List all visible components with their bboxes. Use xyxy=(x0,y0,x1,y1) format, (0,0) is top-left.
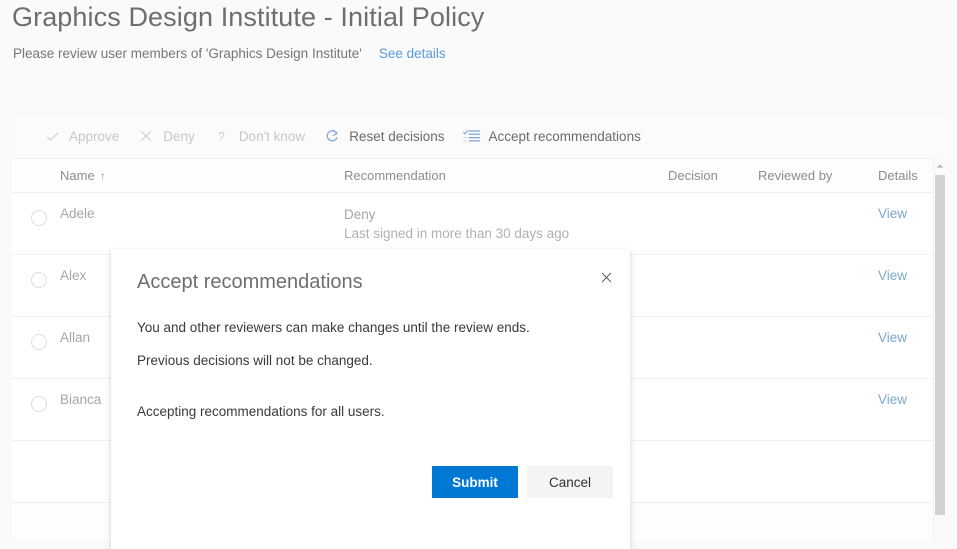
vertical-scrollbar[interactable] xyxy=(933,158,945,541)
submit-button[interactable]: Submit xyxy=(432,466,518,498)
column-header-details[interactable]: Details xyxy=(878,168,918,183)
see-details-link[interactable]: See details xyxy=(379,46,446,61)
deny-button[interactable]: Deny xyxy=(128,114,204,158)
checked-list-icon xyxy=(463,127,481,145)
cell-recommendation-value: Deny xyxy=(344,205,569,224)
dialog-title: Accept recommendations xyxy=(137,271,363,294)
svg-text:?: ? xyxy=(218,129,225,143)
row-select-radio[interactable] xyxy=(31,334,47,350)
reset-circular-arrow-icon xyxy=(323,127,341,145)
cell-name: Bianca xyxy=(60,392,101,407)
question-mark-icon: ? xyxy=(213,127,231,145)
accept-recommendations-dialog: Accept recommendations You and other rev… xyxy=(111,249,630,549)
close-x-icon xyxy=(137,127,155,145)
view-details-link[interactable]: View xyxy=(878,392,907,407)
column-header-decision[interactable]: Decision xyxy=(668,168,718,183)
dialog-actions: Submit Cancel xyxy=(111,466,630,498)
page-subtitle-text: Please review user members of 'Graphics … xyxy=(13,46,362,61)
table-row[interactable]: Adele Deny Last signed in more than 30 d… xyxy=(12,193,945,255)
cell-recommendation-reason: Last signed in more than 30 days ago xyxy=(344,224,569,243)
approve-button-label: Approve xyxy=(69,129,119,144)
view-details-link[interactable]: View xyxy=(878,330,907,345)
command-bar: Approve Deny ? Don't know xyxy=(12,114,945,159)
column-header-recommendation[interactable]: Recommendation xyxy=(344,168,446,183)
dialog-body-line-3: Accepting recommendations for all users. xyxy=(137,404,385,419)
page-subtitle-row: Please review user members of 'Graphics … xyxy=(13,46,446,61)
row-select-radio[interactable] xyxy=(31,272,47,288)
approve-button[interactable]: Approve xyxy=(34,114,128,158)
row-select-radio[interactable] xyxy=(31,210,47,226)
dialog-body-line-1: You and other reviewers can make changes… xyxy=(137,320,530,335)
deny-button-label: Deny xyxy=(163,129,195,144)
table-header-row: Name ↑ Recommendation Decision Reviewed b… xyxy=(12,159,945,193)
view-details-link[interactable]: View xyxy=(878,206,907,221)
accept-recommendations-button-label: Accept recommendations xyxy=(489,129,641,144)
column-header-name[interactable]: Name ↑ xyxy=(60,168,106,183)
reset-decisions-button-label: Reset decisions xyxy=(349,129,444,144)
dialog-body-line-2: Previous decisions will not be changed. xyxy=(137,353,373,368)
column-header-reviewed-by[interactable]: Reviewed by xyxy=(758,168,832,183)
accept-recommendations-button[interactable]: Accept recommendations xyxy=(454,114,650,158)
view-details-link[interactable]: View xyxy=(878,268,907,283)
dont-know-button-label: Don't know xyxy=(239,129,305,144)
scroll-up-arrow-icon[interactable] xyxy=(934,158,945,174)
check-icon xyxy=(43,127,61,145)
cell-name: Adele xyxy=(60,206,95,221)
page-title: Graphics Design Institute - Initial Poli… xyxy=(12,2,484,33)
sort-ascending-icon: ↑ xyxy=(100,169,106,183)
dont-know-button[interactable]: ? Don't know xyxy=(204,114,314,158)
cancel-button[interactable]: Cancel xyxy=(527,466,613,498)
cell-name: Allan xyxy=(60,330,90,345)
scrollbar-thumb[interactable] xyxy=(935,175,945,515)
cell-recommendation: Deny Last signed in more than 30 days ag… xyxy=(344,205,569,243)
column-header-name-label: Name xyxy=(60,168,95,183)
reset-decisions-button[interactable]: Reset decisions xyxy=(314,114,453,158)
page-header: Graphics Design Institute - Initial Poli… xyxy=(0,0,957,97)
cell-name: Alex xyxy=(60,268,86,283)
close-icon[interactable] xyxy=(590,261,622,293)
row-select-radio[interactable] xyxy=(31,396,47,412)
